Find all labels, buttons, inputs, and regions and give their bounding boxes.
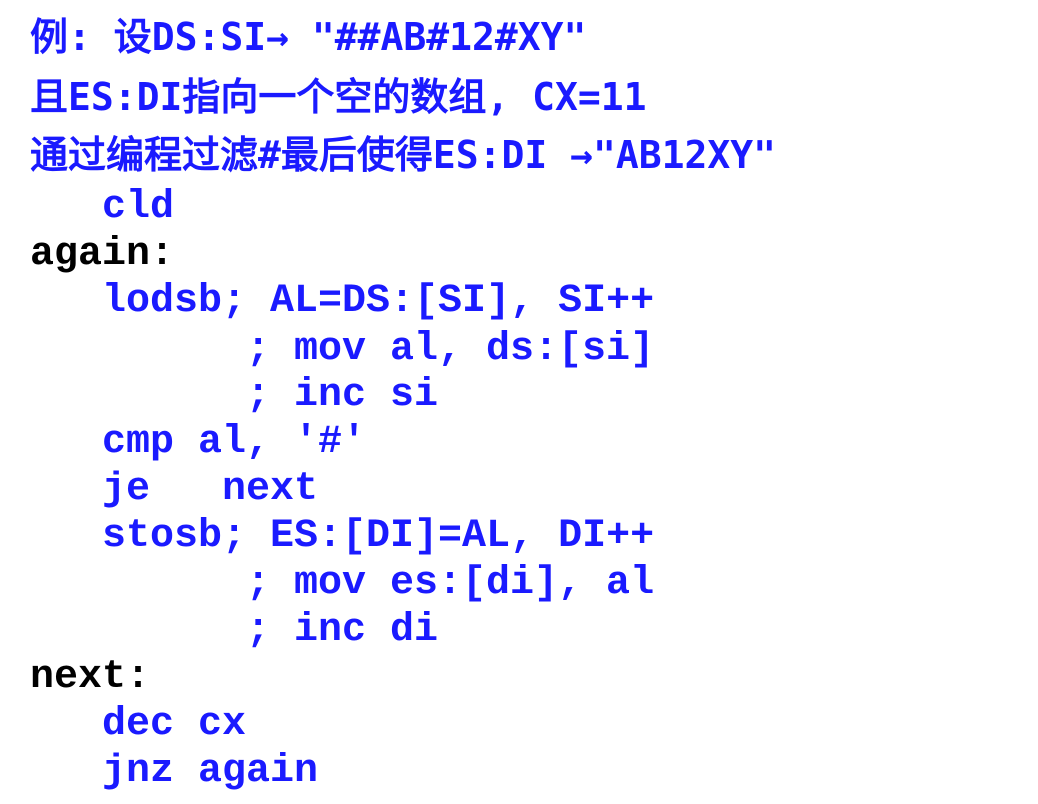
intro-line-3: 通过编程过滤#最后使得ES:DI →"AB12XY" [30, 133, 777, 177]
code-line-cmp: cmp al, '#' [102, 420, 367, 465]
code-label-again: again: [30, 232, 175, 277]
code-line-lodsb: lodsb; AL=DS:[SI], SI++ [102, 279, 655, 324]
slide: 例: 设DS:SI→ "##AB#12#XY" 且ES:DI指向一个空的数组, … [0, 0, 1038, 804]
code-line-dec: dec cx [102, 702, 247, 747]
code-line-cld: cld [102, 185, 175, 230]
intro-line-2: 且ES:DI指向一个空的数组, CX=11 [30, 75, 647, 119]
code-line-jnz: jnz again [102, 749, 319, 794]
intro-line-1: 例: 设DS:SI→ "##AB#12#XY" [30, 15, 587, 59]
code-line-stosb: stosb; ES:[DI]=AL, DI++ [102, 514, 655, 559]
code-comment-inc-di: ; inc di [246, 608, 439, 653]
code-comment-inc-si: ; inc si [246, 373, 439, 418]
code-line-je: je next [102, 467, 319, 512]
code-comment-mov-es: ; mov es:[di], al [246, 561, 655, 606]
code-comment-mov-al: ; mov al, ds:[si] [246, 327, 655, 372]
code-label-next: next: [30, 655, 151, 700]
